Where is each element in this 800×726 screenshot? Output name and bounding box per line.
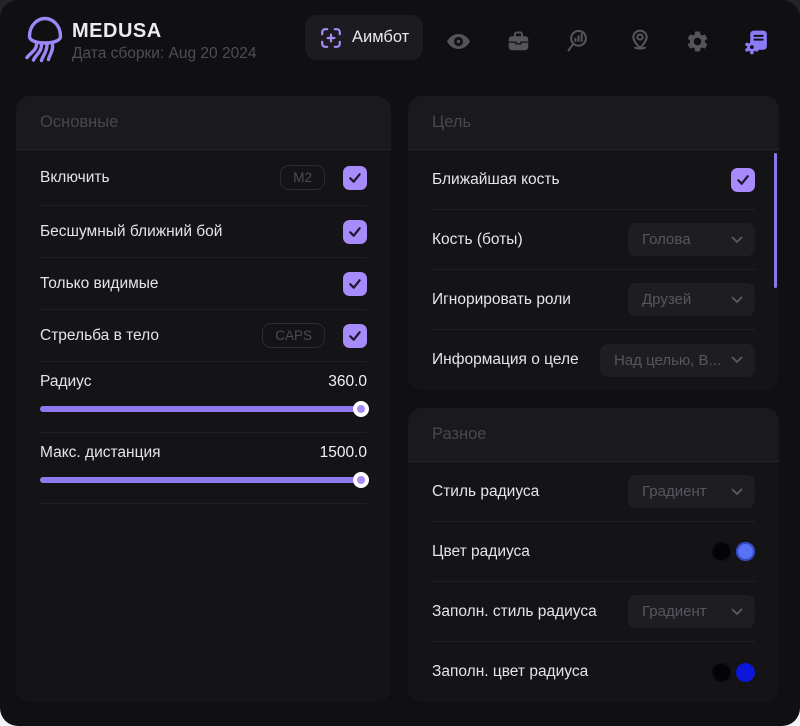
setting-label: Заполн. стиль радиуса xyxy=(432,603,597,621)
bone-dropdown[interactable]: Голова xyxy=(628,223,755,256)
section-main-title: Основные xyxy=(16,96,391,150)
setting-row-enable: Включить M2 xyxy=(40,150,367,206)
max-distance-slider[interactable] xyxy=(40,477,367,483)
setting-row-target-info: Информация о целе Над целью, В... xyxy=(432,330,755,390)
crosshair-icon xyxy=(319,26,343,50)
setting-row-fill-color: Заполн. цвет радиуса xyxy=(432,642,755,702)
nav-search-button[interactable] xyxy=(560,23,596,59)
chevron-down-icon xyxy=(731,608,743,616)
slider-fill xyxy=(40,477,367,483)
chevron-down-icon xyxy=(731,236,743,244)
ignore-roles-dropdown[interactable]: Друзей xyxy=(628,283,755,316)
search-stats-icon xyxy=(565,28,591,54)
setting-row-silent-melee: Бесшумный ближний бой xyxy=(40,206,367,258)
setting-label: Цвет радиуса xyxy=(432,543,530,561)
color-swatch-black[interactable] xyxy=(713,543,730,560)
setting-label: Радиус xyxy=(40,373,91,391)
setting-label: Стрельба в тело xyxy=(40,327,159,345)
jellyfish-logo-icon xyxy=(21,14,69,64)
slider-value: 1500.0 xyxy=(320,444,367,462)
dropdown-value: Над целью, В... xyxy=(614,352,721,369)
nav-world-button[interactable] xyxy=(622,23,658,59)
nav-settings-button[interactable] xyxy=(679,23,715,59)
slider-thumb[interactable] xyxy=(353,401,369,417)
setting-label: Только видимые xyxy=(40,275,159,293)
checkmark-icon xyxy=(347,170,363,186)
section-misc: Разное Стиль радиуса Градиент Цвет радиу… xyxy=(408,408,779,702)
checkmark-icon xyxy=(347,224,363,240)
dropdown-value: Градиент xyxy=(642,483,707,500)
dropdown-value: Градиент xyxy=(642,603,707,620)
fill-style-dropdown[interactable]: Градиент xyxy=(628,595,755,628)
checkmark-icon xyxy=(735,172,751,188)
section-target: Цель Ближайшая кость Кость (боты) Голова xyxy=(408,96,779,390)
keybind-badge[interactable]: M2 xyxy=(280,165,325,191)
checkbox-checked[interactable] xyxy=(343,220,367,244)
setting-label: Макс. дистанция xyxy=(40,444,161,462)
dropdown-value: Голова xyxy=(642,231,691,248)
setting-row-ignore-roles: Игнорировать роли Друзей xyxy=(432,270,755,330)
setting-row-visible-only: Только видимые xyxy=(40,258,367,310)
tab-aimbot-label: Аимбот xyxy=(352,28,409,47)
checkbox-checked[interactable] xyxy=(343,272,367,296)
setting-label: Включить xyxy=(40,169,110,187)
section-target-title: Цель xyxy=(408,96,779,150)
setting-row-fill-style: Заполн. стиль радиуса Градиент xyxy=(432,582,755,642)
app-window: MEDUSA Дата сборки: Aug 20 2024 Аимбот xyxy=(0,0,800,726)
keybind-badge[interactable]: CAPS xyxy=(262,323,325,349)
setting-label: Ближайшая кость xyxy=(432,171,560,189)
setting-row-body-shot: Стрельба в тело CAPS xyxy=(40,310,367,362)
color-swatch-blue[interactable] xyxy=(736,663,755,682)
section-main: Основные Включить M2 Бесшумный ближний б… xyxy=(16,96,391,702)
nav-visuals-button[interactable] xyxy=(440,23,476,59)
chevron-down-icon xyxy=(731,296,743,304)
checkbox-checked[interactable] xyxy=(343,166,367,190)
setting-row-bone-bots: Кость (боты) Голова xyxy=(432,210,755,270)
nav-scripts-button[interactable] xyxy=(739,23,775,59)
checkmark-icon xyxy=(347,276,363,292)
setting-row-radius-color: Цвет радиуса xyxy=(432,522,755,582)
setting-row-radius-style: Стиль радиуса Градиент xyxy=(432,462,755,522)
tab-aimbot[interactable]: Аимбот xyxy=(305,15,423,60)
nav-loot-button[interactable] xyxy=(500,23,536,59)
checkbox-checked[interactable] xyxy=(731,168,755,192)
setting-row-max-distance: Макс. дистанция 1500.0 xyxy=(40,433,367,504)
slider-fill xyxy=(40,406,367,412)
setting-row-radius: Радиус 360.0 xyxy=(40,362,367,433)
setting-label: Игнорировать роли xyxy=(432,291,571,309)
briefcase-icon xyxy=(506,29,531,54)
setting-label: Бесшумный ближний бой xyxy=(40,223,222,241)
chevron-down-icon xyxy=(731,488,743,496)
color-swatch-blue[interactable] xyxy=(736,542,755,561)
slider-value: 360.0 xyxy=(328,373,367,391)
checkbox-checked[interactable] xyxy=(343,324,367,348)
setting-row-nearest-bone: Ближайшая кость xyxy=(432,150,755,210)
setting-label: Заполн. цвет радиуса xyxy=(432,663,588,681)
gear-icon xyxy=(685,29,710,54)
section-misc-title: Разное xyxy=(408,408,779,462)
location-pin-icon xyxy=(627,28,653,54)
scripts-icon xyxy=(744,28,771,55)
chevron-down-icon xyxy=(731,356,743,364)
setting-label: Стиль радиуса xyxy=(432,483,539,501)
color-swatch-black[interactable] xyxy=(713,664,730,681)
build-date: Дата сборки: Aug 20 2024 xyxy=(72,45,256,63)
dropdown-value: Друзей xyxy=(642,291,691,308)
radius-slider[interactable] xyxy=(40,406,367,412)
slider-thumb[interactable] xyxy=(353,472,369,488)
setting-label: Кость (боты) xyxy=(432,231,523,249)
radius-style-dropdown[interactable]: Градиент xyxy=(628,475,755,508)
setting-label: Информация о целе xyxy=(432,351,579,369)
target-info-dropdown[interactable]: Над целью, В... xyxy=(600,344,755,377)
app-title: MEDUSA xyxy=(72,20,162,43)
eye-icon xyxy=(445,28,472,55)
checkmark-icon xyxy=(347,328,363,344)
scrollbar-thumb[interactable] xyxy=(774,153,777,288)
